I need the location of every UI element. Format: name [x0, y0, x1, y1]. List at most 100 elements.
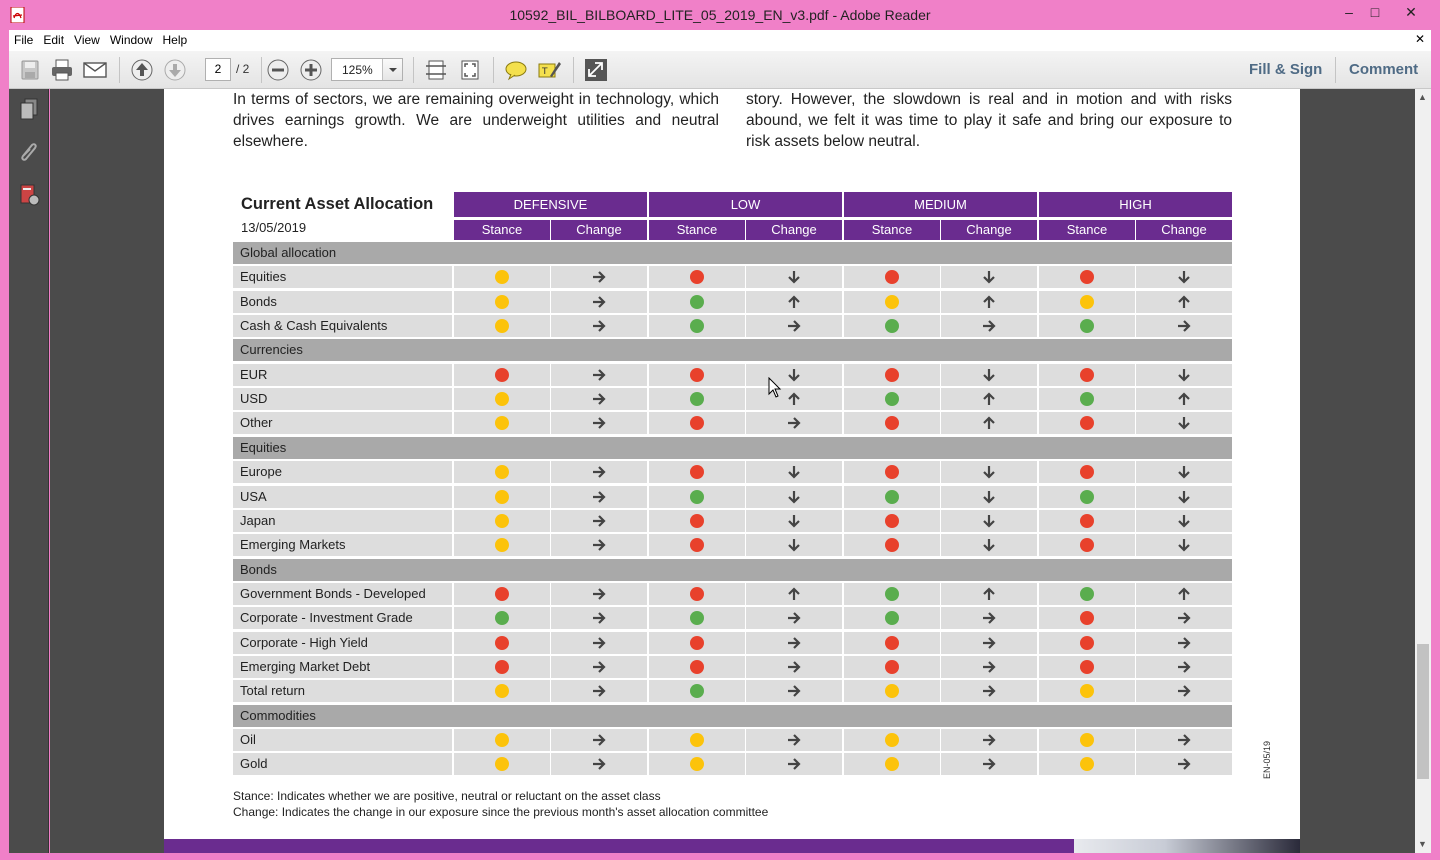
zoom-dropdown-button[interactable]: [382, 59, 402, 80]
arrow-right-icon: [788, 612, 801, 625]
arrow-down-icon: [788, 514, 800, 528]
menu-view[interactable]: View: [69, 30, 105, 51]
stance-green-dot: [1080, 319, 1094, 334]
page-number-input[interactable]: 2: [205, 58, 231, 81]
fullscreen-icon[interactable]: [583, 58, 609, 82]
stance-red-dot: [690, 367, 704, 382]
arrow-up-icon: [1178, 392, 1190, 406]
stance-red-dot: [495, 659, 509, 674]
arrow-right-icon: [983, 661, 996, 673]
stance-cell: [1039, 461, 1135, 484]
table-row: Japan: [233, 509, 1232, 532]
comment-pane-button[interactable]: Comment: [1349, 61, 1418, 78]
next-page-icon[interactable]: [162, 58, 188, 82]
row-label: Corporate - Investment Grade: [233, 607, 452, 630]
arrow-right-icon: [788, 685, 801, 698]
change-cell: [746, 315, 842, 338]
row-label: Gold: [233, 753, 452, 776]
table-row: Cash & Cash Equivalents: [233, 315, 1232, 338]
stance-yellow-dot: [495, 684, 509, 699]
maximize-button[interactable]: □: [1358, 0, 1392, 26]
fit-width-icon[interactable]: [457, 58, 483, 82]
table-row: USD: [233, 388, 1232, 411]
change-cell: [746, 753, 842, 776]
fit-page-icon[interactable]: [423, 58, 449, 82]
vertical-scrollbar[interactable]: ▲ ▼: [1415, 89, 1431, 853]
attachments-icon[interactable]: [17, 140, 41, 164]
save-icon[interactable]: [17, 58, 43, 82]
zoom-in-icon[interactable]: [298, 58, 324, 82]
stance-cell: [649, 655, 745, 678]
stance-cell: [649, 461, 745, 484]
document-viewer[interactable]: In terms of sectors, we are remaining ov…: [50, 89, 1415, 853]
change-cell: [551, 290, 647, 313]
arrow-right-icon: [788, 636, 801, 649]
stance-green-dot: [885, 489, 899, 504]
menu-edit[interactable]: Edit: [38, 30, 69, 51]
sub-header-change: Change: [1136, 220, 1232, 240]
prev-page-icon[interactable]: [129, 58, 155, 82]
menu-file[interactable]: File: [9, 30, 38, 51]
scrollbar-thumb[interactable]: [1417, 644, 1429, 779]
change-cell: [551, 461, 647, 484]
stance-red-dot: [690, 465, 704, 480]
title-bar: 10592_BIL_BILBOARD_LITE_05_2019_EN_v3.pd…: [0, 0, 1440, 30]
stance-yellow-dot: [495, 319, 509, 334]
arrow-right-icon: [593, 539, 606, 551]
stance-cell: [844, 607, 940, 630]
stance-green-dot: [495, 611, 509, 626]
change-cell: [1136, 412, 1232, 435]
menu-help[interactable]: Help: [158, 30, 193, 51]
stance-yellow-dot: [495, 757, 509, 772]
highlight-icon[interactable]: T: [536, 58, 562, 82]
stance-yellow-dot: [690, 757, 704, 772]
arrow-down-icon: [1178, 539, 1190, 552]
scroll-up-arrow[interactable]: ▲: [1418, 92, 1427, 102]
scroll-down-arrow[interactable]: ▼: [1418, 839, 1427, 849]
change-cell: [746, 509, 842, 532]
group-header-medium: MEDIUM: [844, 192, 1037, 217]
fill-sign-button[interactable]: Fill & Sign: [1249, 61, 1322, 78]
arrow-up-icon: [983, 587, 995, 600]
email-icon[interactable]: [82, 58, 108, 82]
arrow-up-icon: [983, 295, 995, 308]
stance-green-dot: [1080, 489, 1094, 504]
change-cell: [551, 680, 647, 703]
adobe-reader-window: 10592_BIL_BILBOARD_LITE_05_2019_EN_v3.pd…: [0, 0, 1440, 860]
comment-bubble-icon[interactable]: [503, 58, 529, 82]
change-cell: [551, 753, 647, 776]
stance-yellow-dot: [885, 733, 899, 747]
change-cell: [551, 582, 647, 605]
menu-window[interactable]: Window: [105, 30, 158, 51]
stance-green-dot: [885, 611, 899, 626]
pages-icon[interactable]: [17, 97, 41, 121]
change-cell: [1136, 315, 1232, 338]
stance-cell: [649, 680, 745, 703]
table-row: Government Bonds - Developed: [233, 582, 1232, 605]
change-cell: [1136, 461, 1232, 484]
stance-green-dot: [690, 611, 704, 626]
print-icon[interactable]: [49, 58, 75, 82]
stance-cell: [1039, 680, 1135, 703]
arrow-right-icon: [1178, 734, 1191, 746]
stance-cell: [454, 631, 550, 654]
change-cell: [1136, 266, 1232, 289]
stance-cell: [454, 509, 550, 532]
zoom-out-icon[interactable]: [265, 58, 291, 82]
stance-red-dot: [690, 586, 704, 601]
change-cell: [746, 290, 842, 313]
stance-cell: [1039, 753, 1135, 776]
close-document-button[interactable]: ✕: [1415, 32, 1425, 46]
zoom-select[interactable]: 125%: [331, 58, 403, 81]
arrow-right-icon: [593, 612, 606, 625]
stance-red-dot: [495, 367, 509, 382]
document-info-icon[interactable]: [17, 183, 41, 207]
arrow-right-icon: [983, 320, 996, 332]
arrow-right-icon: [593, 490, 606, 503]
arrow-down-icon: [1178, 368, 1190, 382]
arrow-right-icon: [593, 636, 606, 649]
row-label: Bonds: [233, 290, 452, 313]
close-button[interactable]: ✕: [1392, 0, 1430, 26]
stance-cell: [454, 607, 550, 630]
change-cell: [1136, 631, 1232, 654]
